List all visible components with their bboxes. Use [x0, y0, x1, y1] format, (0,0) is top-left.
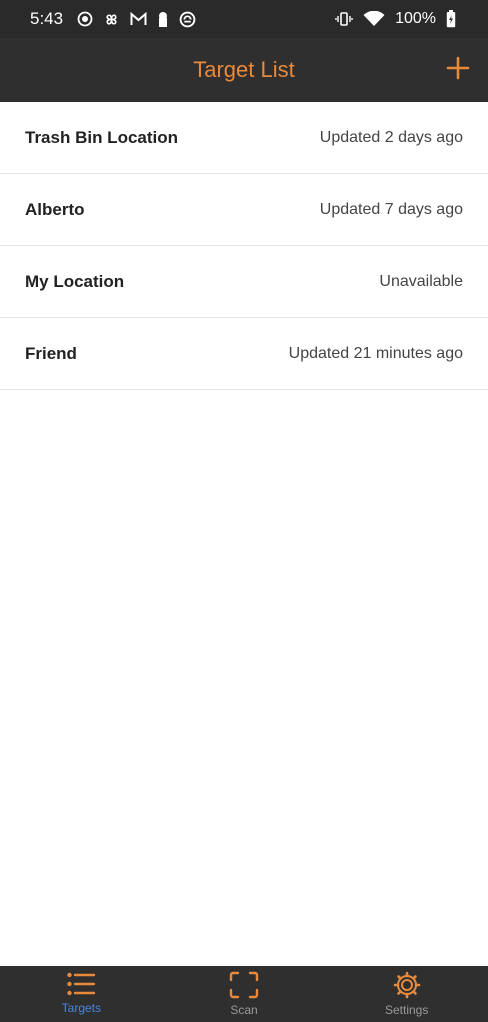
gmail-icon	[130, 12, 147, 26]
status-left: 5:43	[30, 9, 196, 29]
tab-targets-label: Targets	[61, 1001, 102, 1015]
target-status: Unavailable	[379, 272, 463, 290]
target-row[interactable]: Trash Bin Location Updated 2 days ago	[0, 102, 488, 174]
target-status: Updated 21 minutes ago	[288, 344, 463, 362]
target-name: Friend	[25, 343, 77, 363]
list-icon	[66, 971, 96, 997]
target-name: Alberto	[25, 199, 85, 219]
target-status: Updated 7 days ago	[319, 200, 463, 218]
tab-settings-label: Settings	[385, 1003, 429, 1017]
target-name: Trash Bin Location	[25, 127, 179, 147]
target-list: Trash Bin Location Updated 2 days ago Al…	[0, 102, 488, 390]
tab-scan[interactable]: Scan	[163, 966, 326, 1022]
target-row[interactable]: Friend Updated 21 minutes ago	[0, 318, 488, 390]
page-title: Target List	[193, 57, 295, 82]
bottom-nav: Targets Scan Settings	[0, 966, 488, 1022]
tab-scan-label: Scan	[230, 1003, 258, 1017]
gear-icon	[392, 971, 422, 999]
add-target-button[interactable]	[438, 50, 478, 90]
battery-percent: 100%	[395, 10, 436, 27]
scan-frame-icon	[229, 971, 259, 999]
tab-targets[interactable]: Targets	[0, 966, 163, 1022]
status-right: 100%	[335, 10, 456, 28]
target-name: My Location	[25, 271, 125, 291]
pinwheel-icon	[103, 11, 120, 28]
plus-icon	[446, 56, 470, 85]
target-row[interactable]: Alberto Updated 7 days ago	[0, 174, 488, 246]
app-screen: 5:43 100% Target List Trash Bin Location…	[0, 0, 488, 1022]
app-bar: Target List	[0, 38, 488, 102]
sync-icon	[179, 11, 196, 28]
tab-settings[interactable]: Settings	[325, 966, 488, 1022]
status-bar: 5:43 100%	[0, 0, 488, 38]
battery-charging-icon	[446, 10, 456, 28]
wifi-icon	[363, 11, 385, 27]
target-row[interactable]: My Location Unavailable	[0, 246, 488, 318]
record-icon	[77, 11, 93, 27]
status-time: 5:43	[30, 9, 64, 28]
vibrate-icon	[335, 11, 353, 27]
notification-icons	[77, 11, 196, 28]
target-status: Updated 2 days ago	[319, 128, 463, 146]
keyhole-icon	[157, 11, 169, 28]
